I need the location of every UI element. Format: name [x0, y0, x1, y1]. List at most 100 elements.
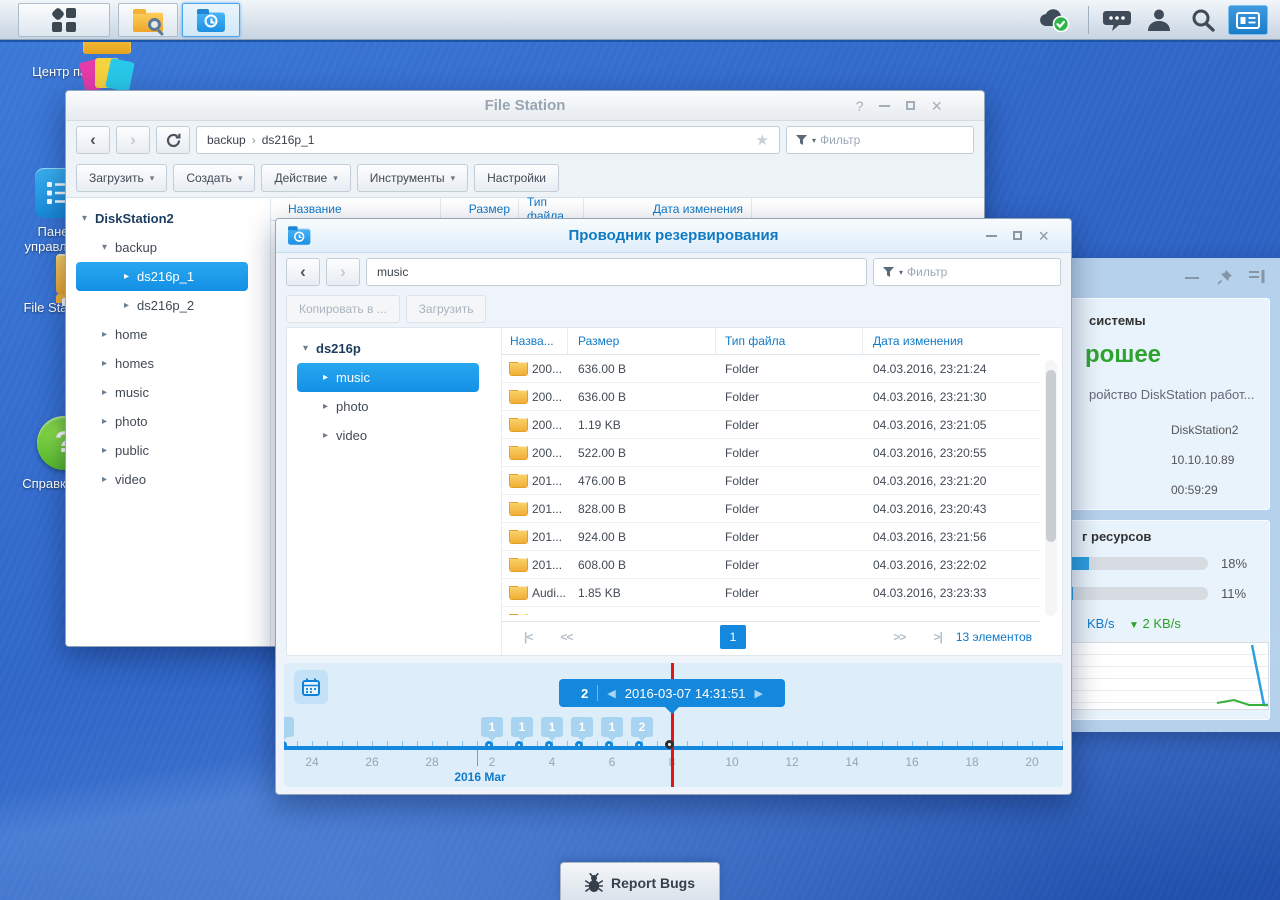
- chevron-down-icon[interactable]: ▾: [299, 343, 312, 354]
- table-row[interactable]: 201... 924.00 B Folder 04.03.2016, 23:21:56: [502, 523, 1040, 551]
- breadcrumb[interactable]: backup › ds216p_1 ★: [196, 126, 780, 154]
- next-version-icon[interactable]: ▶: [754, 687, 762, 700]
- table-row[interactable]: 201... 828.00 B Folder 04.03.2016, 23:20:43: [502, 495, 1040, 523]
- table-row[interactable]: 200... 522.00 B Folder 04.03.2016, 23:20:55: [502, 439, 1040, 467]
- table-row[interactable]: 200... 636.00 B Folder 04.03.2016, 23:21:30: [502, 383, 1040, 411]
- column-header[interactable]: Тип файла: [716, 328, 863, 354]
- chevron-right-icon[interactable]: ▸: [98, 445, 111, 456]
- maximize-button[interactable]: [906, 101, 916, 110]
- scrollbar-track[interactable]: [1045, 360, 1057, 616]
- pin-icon[interactable]: [1217, 269, 1233, 290]
- close-button[interactable]: ×: [1038, 227, 1049, 245]
- favorite-star-icon[interactable]: ★: [756, 131, 769, 149]
- column-header[interactable]: Дата изменения: [863, 328, 1040, 354]
- загрузить-button[interactable]: Загрузить ▾: [76, 164, 168, 192]
- backup-explorer-titlebar[interactable]: Проводник резервирования ×: [276, 219, 1071, 253]
- chevron-right-icon[interactable]: ▸: [98, 387, 111, 398]
- filter-input[interactable]: [907, 265, 1052, 279]
- back-button[interactable]: ‹: [76, 126, 110, 154]
- chevron-right-icon[interactable]: ▸: [98, 358, 111, 369]
- table-row-partial[interactable]: [502, 607, 1040, 615]
- tree-item-DiskStation2[interactable]: ▾ DiskStation2: [66, 204, 270, 233]
- timeline-badge[interactable]: 1: [571, 717, 593, 741]
- timeline-marker[interactable]: [605, 741, 613, 749]
- refresh-button[interactable]: [156, 126, 190, 154]
- tree-item-music[interactable]: ▸ music: [66, 378, 270, 407]
- tree-item-video[interactable]: ▸ video: [287, 421, 501, 450]
- main-menu-button[interactable]: [18, 3, 110, 37]
- panel-toggle-icon[interactable]: [1249, 270, 1265, 288]
- timeline-badge[interactable]: 2: [631, 717, 653, 741]
- chat-icon[interactable]: [1102, 9, 1132, 33]
- column-header[interactable]: Название: [271, 198, 441, 220]
- filter-input[interactable]: [820, 133, 965, 147]
- desktop-icon-package-center[interactable]: Центр пакетов: [28, 24, 135, 93]
- chevron-right-icon[interactable]: ▸: [120, 271, 133, 282]
- timeline-badge[interactable]: 1: [601, 717, 623, 741]
- report-bugs-button[interactable]: Report Bugs: [560, 862, 720, 900]
- breadcrumb-segment[interactable]: ds216p_1: [262, 133, 315, 147]
- minimize-button[interactable]: [986, 234, 998, 237]
- chevron-right-icon[interactable]: ▸: [98, 329, 111, 340]
- next-page-button[interactable]: >>: [893, 630, 906, 644]
- minimize-button[interactable]: [879, 104, 891, 107]
- timeline-marker[interactable]: [635, 741, 643, 749]
- current-version-marker[interactable]: [665, 740, 674, 749]
- filter-caret-icon[interactable]: ▾: [812, 136, 816, 145]
- current-page[interactable]: 1: [719, 624, 746, 649]
- tree-item-photo[interactable]: ▸ photo: [287, 392, 501, 421]
- column-header[interactable]: Размер: [568, 328, 716, 354]
- breadcrumb-segment[interactable]: backup: [207, 133, 246, 147]
- chevron-right-icon[interactable]: ▸: [319, 430, 332, 441]
- chevron-down-icon[interactable]: ▾: [78, 213, 91, 224]
- chevron-right-icon[interactable]: ▸: [98, 474, 111, 485]
- cloud-sync-icon[interactable]: [1036, 7, 1072, 33]
- calendar-button[interactable]: [294, 670, 328, 704]
- table-row[interactable]: 201... 476.00 B Folder 04.03.2016, 23:21:20: [502, 467, 1040, 495]
- timeline-marker[interactable]: [515, 741, 523, 749]
- timeline-badge[interactable]: 1: [511, 717, 533, 741]
- user-icon[interactable]: [1146, 8, 1172, 32]
- tree-item-public[interactable]: ▸ public: [66, 436, 270, 465]
- back-button[interactable]: ‹: [286, 258, 320, 286]
- tree-item-ds216p[interactable]: ▾ ds216p: [287, 334, 501, 363]
- widgets-button[interactable]: [1228, 5, 1268, 35]
- search-icon[interactable]: [1190, 8, 1216, 32]
- tree-item-photo[interactable]: ▸ photo: [66, 407, 270, 436]
- last-page-button[interactable]: >|: [933, 630, 942, 644]
- tree-item-home[interactable]: ▸ home: [66, 320, 270, 349]
- taskbar-file-station-button[interactable]: [118, 3, 178, 37]
- path-input[interactable]: [377, 265, 856, 279]
- действие-button[interactable]: Действие ▾: [261, 164, 351, 192]
- help-button[interactable]: ?: [856, 99, 864, 113]
- tree-item-video[interactable]: ▸ video: [66, 465, 270, 494]
- timeline-badge[interactable]: 1: [541, 717, 563, 741]
- tree-item-ds216p_2[interactable]: ▸ ds216p_2: [66, 291, 270, 320]
- tree-item-backup[interactable]: ▾ backup: [66, 233, 270, 262]
- column-header[interactable]: Дата изменения: [584, 198, 752, 220]
- timeline-marker[interactable]: [575, 741, 583, 749]
- tree-item-music[interactable]: ▸ music: [297, 363, 479, 392]
- prev-page-button[interactable]: <<: [560, 630, 573, 644]
- action-button[interactable]: Копировать в ...: [286, 295, 400, 323]
- timeline-marker[interactable]: [485, 741, 493, 749]
- file-station-titlebar[interactable]: File Station ? ×: [66, 91, 984, 121]
- инструменты-button[interactable]: Инструменты ▾: [356, 164, 469, 192]
- maximize-button[interactable]: [1013, 231, 1023, 240]
- table-row[interactable]: 200... 636.00 B Folder 04.03.2016, 23:21:24: [502, 355, 1040, 383]
- timeline-marker[interactable]: [545, 741, 553, 749]
- prev-version-icon[interactable]: ◀: [607, 687, 615, 700]
- forward-button[interactable]: ›: [326, 258, 360, 286]
- filter-caret-icon[interactable]: ▾: [899, 268, 903, 277]
- table-row[interactable]: Audi... 1.85 KB Folder 04.03.2016, 23:23:33: [502, 579, 1040, 607]
- close-button[interactable]: ×: [931, 97, 942, 115]
- action-button[interactable]: Загрузить: [405, 295, 487, 323]
- timeline-badge[interactable]: 1: [481, 717, 503, 741]
- table-row[interactable]: 201... 608.00 B Folder 04.03.2016, 23:22:02: [502, 551, 1040, 579]
- first-page-button[interactable]: |<: [524, 630, 533, 644]
- создать-button[interactable]: Создать ▾: [173, 164, 256, 192]
- chevron-right-icon[interactable]: ▸: [319, 372, 332, 383]
- column-header[interactable]: Тип файла: [519, 195, 584, 223]
- table-row[interactable]: 200... 1.19 KB Folder 04.03.2016, 23:21:05: [502, 411, 1040, 439]
- timeline-badge-partial[interactable]: [284, 717, 294, 741]
